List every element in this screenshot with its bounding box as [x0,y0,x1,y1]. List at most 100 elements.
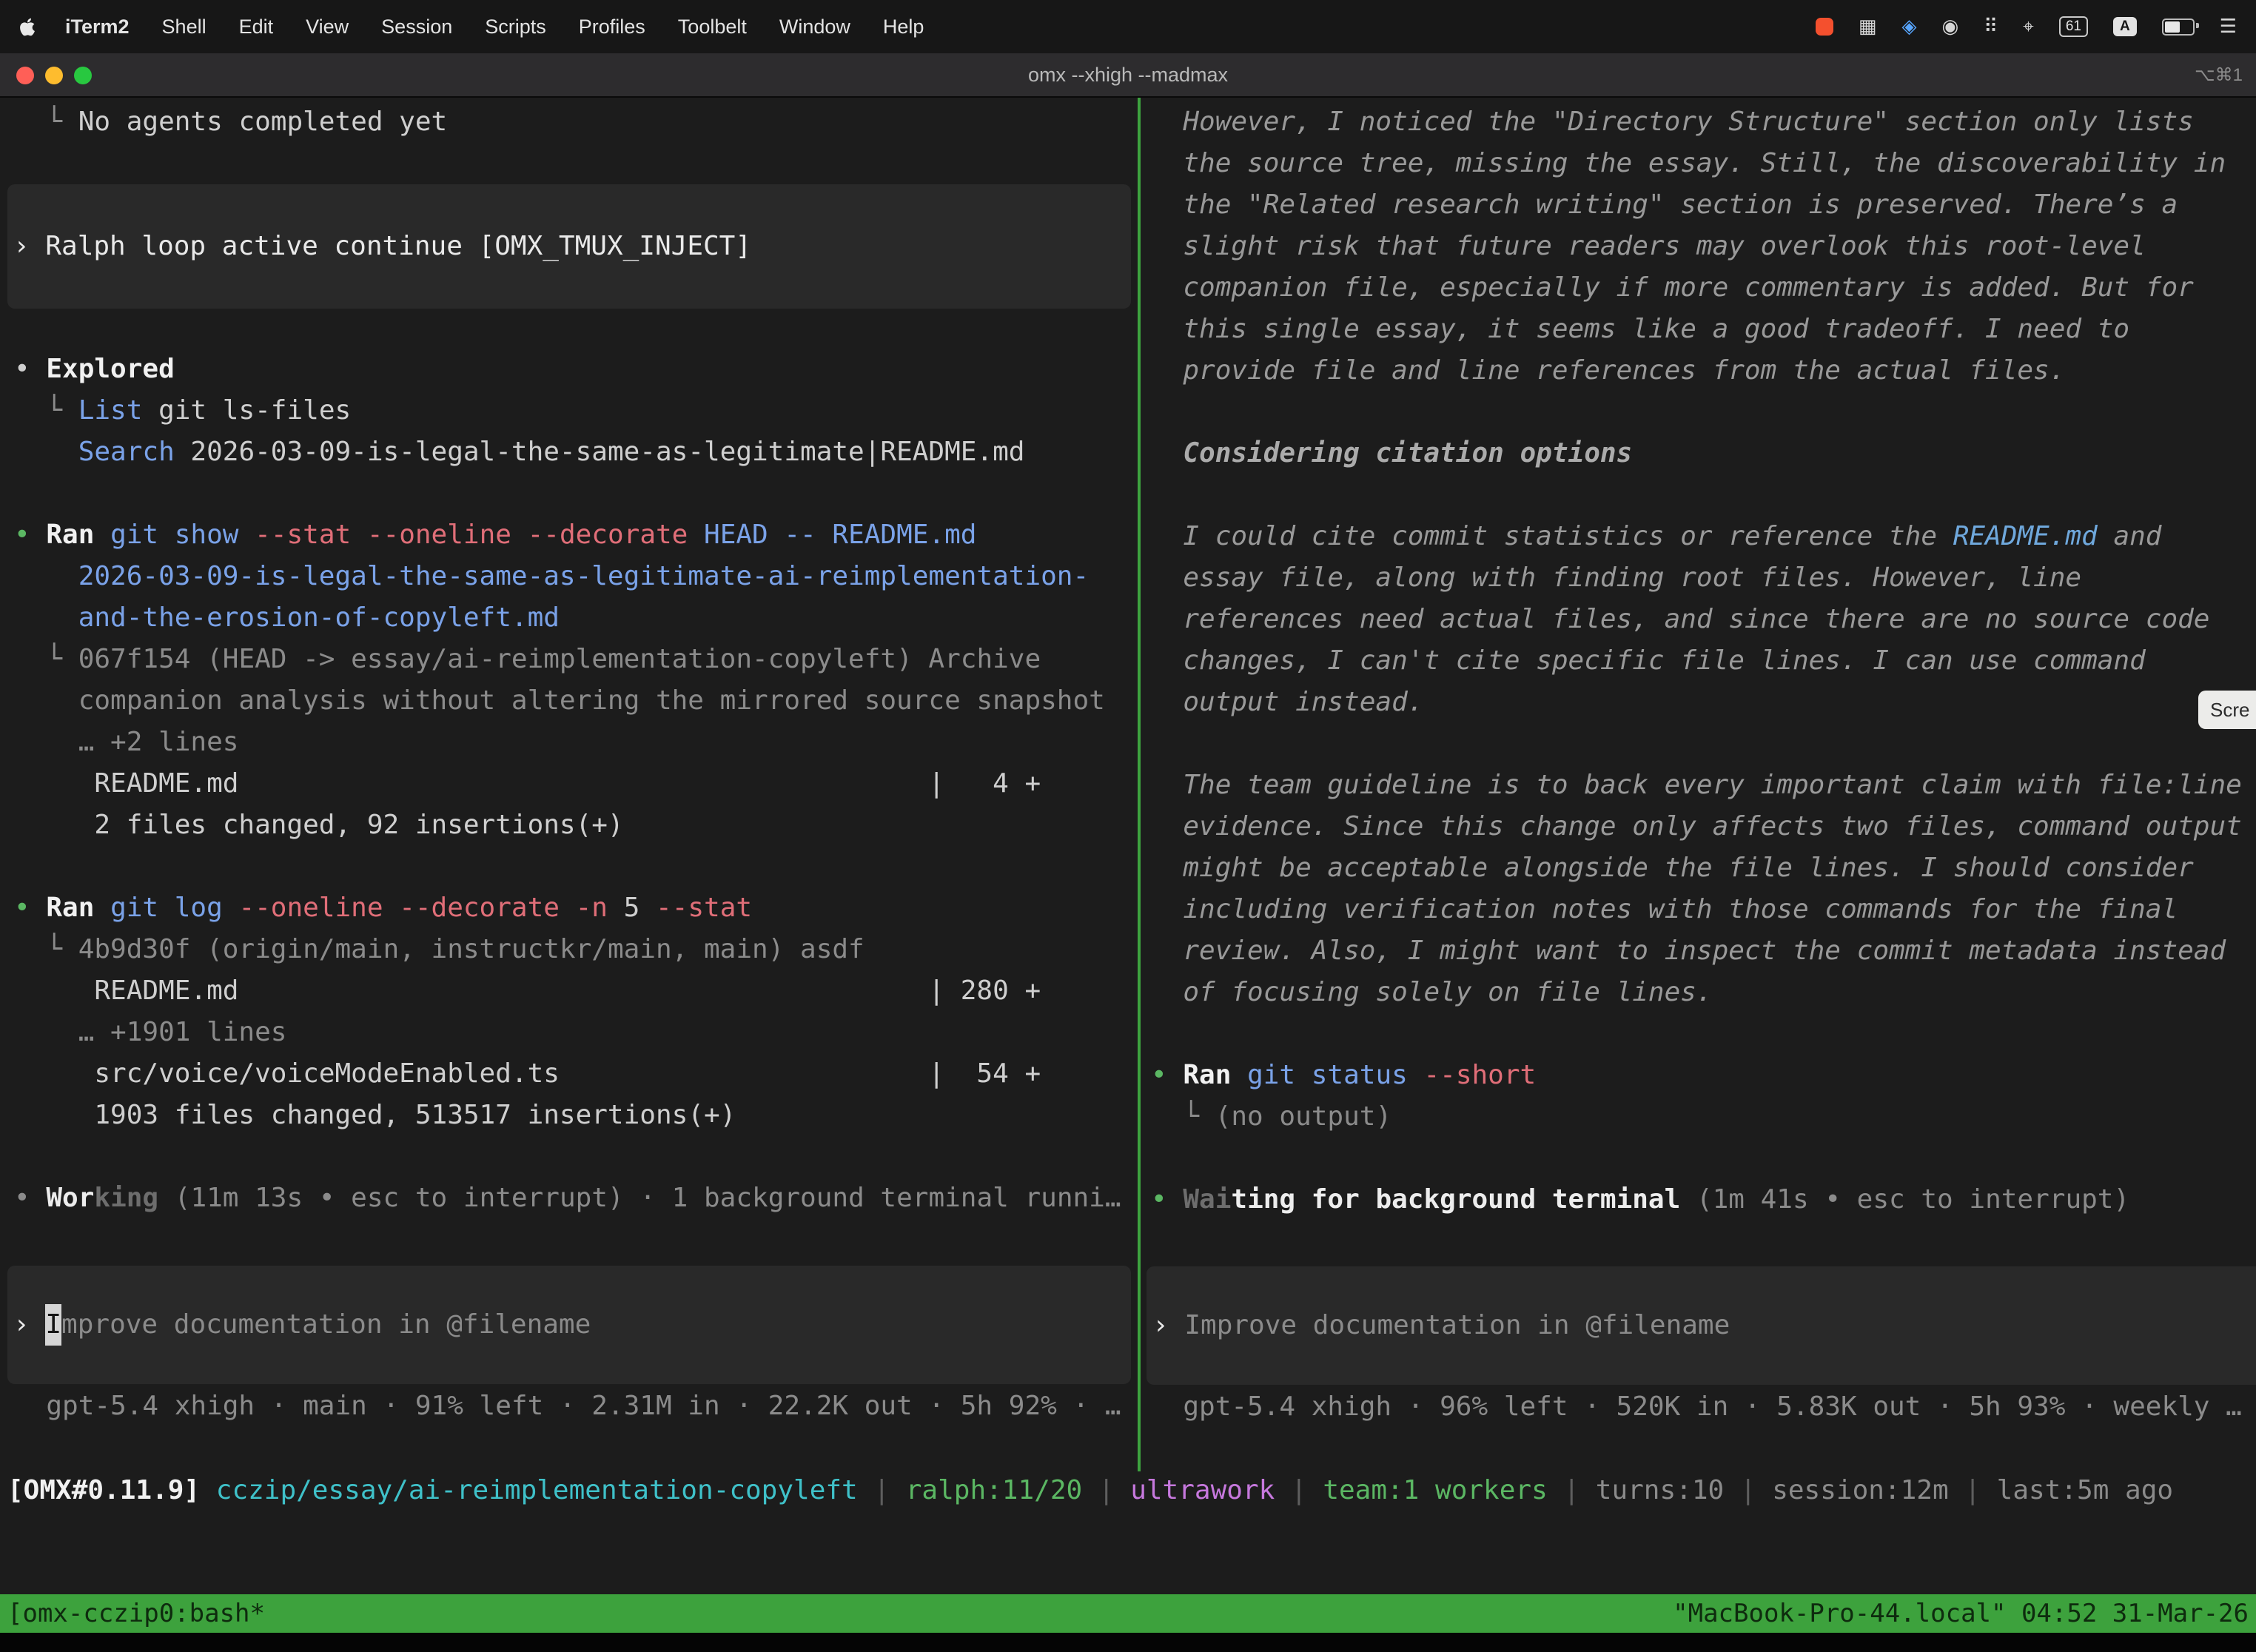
text-segment: No agents completed yet [78,107,448,137]
text-segment: the source tree, missing the essay. Stil… [1151,148,2226,178]
menubar-item-view[interactable]: View [306,16,349,38]
terminal-line: the "Related research writing" section i… [1151,184,2256,226]
text-segment: [OMX#0.11.9] [7,1475,216,1505]
text-segment: 5 [608,893,656,923]
terminal-line: 1903 files changed, 513517 insertions(+) [14,1095,1138,1136]
menubar-item-shell[interactable]: Shell [162,16,207,38]
screen-recording-icon[interactable] [1816,18,1833,36]
menubar-item-session[interactable]: Session [381,16,452,38]
text-segment: • [14,893,46,923]
text-segment: | [1724,1475,1772,1505]
control-center-icon[interactable]: ☰ [2220,16,2237,38]
terminal-line [1151,1138,2256,1179]
device-app-icon[interactable]: ⌖ [2023,16,2034,38]
terminal-line: • Ran git log --oneline --decorate -n 5 … [14,887,1138,929]
text-segment: -n [576,893,608,923]
text-segment: | [858,1475,906,1505]
text-segment: git show [110,520,255,550]
text-segment: --stat [656,893,752,923]
battery-percentage-badge[interactable]: 61 [2059,16,2088,37]
terminal-line: review. Also, I might want to inspect th… [1151,930,2256,972]
terminal-line: 2026-03-09-is-legal-the-same-as-legitima… [14,556,1138,597]
text-segment: └ [14,107,78,137]
apple-icon [19,17,36,37]
text-segment: king [94,1183,158,1213]
text-segment: --oneline --decorate [238,893,559,923]
terminal-line: references need actual files, and since … [1151,599,2256,640]
terminal-line: • Ran git show --stat --oneline --decora… [14,514,1138,556]
text-segment: git ls-files [142,395,351,426]
text-segment [560,893,576,923]
text-segment: • [1151,1184,1183,1215]
text-segment: evidence. Since this change only affects… [1151,811,2242,842]
text-segment: | 280 + [928,970,1041,1012]
desktop-screen: iTerm2 Shell Edit View Session Scripts Profile… [0,0,2256,1652]
terminal-line [14,473,1138,514]
window-titlebar[interactable]: omx --xhigh --madmax ⌥⌘1 [0,53,2256,98]
menubar-item-iterm2[interactable]: iTerm2 [65,16,130,38]
terminal-line: … +1901 lines [14,1012,1138,1053]
terminal-line: evidence. Since this change only affects… [1151,806,2256,847]
round-app-icon[interactable]: ◉ [1941,16,1958,38]
text-segment: • [14,520,46,550]
text-segment: ultrawork [1130,1475,1275,1505]
keyboard-layout-icon[interactable]: A [2113,17,2137,36]
prompt-chevron: › [13,1304,45,1346]
input-text: Improve documentation in @filename [1184,1305,1730,1346]
text-segment: review. Also, I might want to inspect th… [1151,936,2226,966]
zoom-button[interactable] [74,67,92,84]
text-segment: └ [14,644,78,674]
text-segment: last:5m ago [1997,1475,2173,1505]
text-segment: README.md [14,976,238,1006]
text-segment [14,437,78,467]
text-segment: the "Related research writing" section i… [1151,189,2178,220]
blue-app-icon[interactable]: ◈ [1901,16,1916,38]
prompt-input-left[interactable]: › Improve documentation in @filename [7,1266,1131,1384]
text-segment: README.md [1953,521,2098,551]
text-segment: team:1 workers [1323,1475,1547,1505]
menubar-status-icons: ▦ ◈ ◉ ⠿ ⌖ 61 A ☰ [1816,16,2237,38]
battery-icon[interactable] [2162,19,2195,36]
dots-app-icon[interactable]: ⠿ [1984,16,1998,38]
text-segment: provide file and line references from th… [1151,355,2065,386]
text-segment: | [1548,1475,1596,1505]
terminal-line [1151,723,2256,765]
terminal-line: Considering citation options [1151,433,2256,474]
omx-status-bar: [OMX#0.11.9] cczip/essay/ai-reimplementa… [0,1470,2256,1511]
menubar-item-profiles[interactable]: Profiles [579,16,645,38]
grid-app-icon[interactable]: ▦ [1859,16,1877,38]
apple-menu[interactable] [19,17,36,37]
text-segment: output instead. [1151,687,1423,717]
close-button[interactable] [16,67,34,84]
menubar-item-edit[interactable]: Edit [239,16,274,38]
text-segment: Wai [1183,1184,1231,1215]
text-segment: Explored [46,354,174,384]
menubar-item-window[interactable]: Window [779,16,850,38]
text-segment: src/voice/voiceModeEnabled.ts [14,1058,560,1089]
screen-share-button[interactable]: Scre [2198,691,2256,729]
terminal-line [1151,392,2256,433]
terminal-line: └ No agents completed yet [14,101,1138,143]
text-segment: 067f154 (HEAD -> essay/ai-reimplementati… [78,644,1041,674]
menubar-item-toolbelt[interactable]: Toolbelt [678,16,747,38]
left-terminal-pane[interactable]: └ No agents completed yet › Ralph loop a… [0,98,1138,1427]
right-terminal-pane[interactable]: However, I noticed the "Directory Struct… [1141,98,2256,1428]
terminal-line: • Working (11m 13s • esc to interrupt) ·… [14,1178,1138,1219]
text-segment: --stat --oneline --decorate [255,520,688,550]
prompt-chevron: › [1152,1305,1184,1346]
prompt-chevron: › [13,226,45,267]
menubar-item-scripts[interactable]: Scripts [485,16,546,38]
text-segment: Wor [46,1183,94,1213]
terminal-line [1151,474,2256,516]
text-segment: HEAD -- README.md [688,520,976,550]
injected-message-box: › Ralph loop active continue [OMX_TMUX_I… [7,184,1131,309]
prompt-input-right[interactable]: › Improve documentation in @filename [1147,1266,2256,1385]
text-segment: (1m 41s • esc to interrupt) [1680,1184,2129,1215]
menubar-item-help[interactable]: Help [883,16,924,38]
terminal-line: and-the-erosion-of-copyleft.md [14,597,1138,639]
terminal-line: The team guideline is to back every impo… [1151,765,2256,806]
minimize-button[interactable] [45,67,63,84]
text-segment: git log [110,893,238,923]
text-segment: Ran [46,520,110,550]
terminal-line: • Explored [14,349,1138,390]
